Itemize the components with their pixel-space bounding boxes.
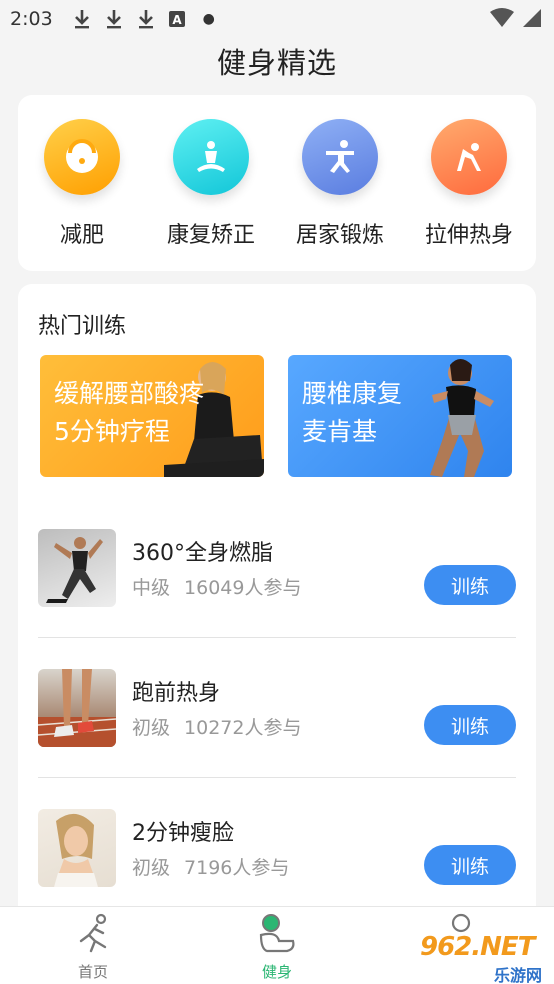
banner-figure-image	[430, 359, 494, 477]
item-participants: 10272人参与	[184, 717, 302, 739]
train-button[interactable]: 训练	[424, 565, 516, 605]
category-card: 减肥 康复矫正 居家锻炼 拉伸热身	[18, 95, 536, 271]
exercise-icon	[302, 119, 378, 195]
item-title: 360°全身燃脂	[132, 541, 273, 566]
meditation-icon	[173, 119, 249, 195]
divider	[38, 637, 516, 638]
watermark-main: 962.NET	[420, 932, 535, 962]
banner-text: 缓解腰部酸疼 5分钟疗程	[54, 375, 204, 451]
download-icon	[137, 9, 155, 29]
tab-fitness[interactable]: 健身	[222, 913, 332, 982]
watermark-logo: 962.NET 乐游网	[416, 932, 550, 984]
thumbnail-image	[38, 529, 116, 607]
section-title: 热门训练	[38, 314, 127, 339]
watermark-sub: 乐游网	[494, 966, 543, 984]
category-item-lose-weight[interactable]: 减肥	[22, 119, 142, 249]
divider	[38, 777, 516, 778]
tab-label: 首页	[77, 963, 108, 981]
hot-training-card: 热门训练 缓解腰部酸疼 5分钟疗程 腰椎康复 麦肯基 360°全身燃脂 中级 1…	[18, 284, 536, 924]
wifi-icon	[490, 8, 514, 33]
item-meta: 中级 16049人参与	[132, 573, 301, 600]
stretch-icon	[431, 119, 507, 195]
tab-home[interactable]: 首页	[38, 913, 148, 982]
category-label: 拉伸热身	[424, 223, 513, 248]
category-label: 减肥	[59, 223, 104, 248]
status-bar: 2:03 A ●	[0, 0, 554, 38]
download-icon	[73, 9, 91, 29]
category-item-rehab[interactable]: 康复矫正	[151, 119, 271, 249]
banner-back-pain[interactable]: 缓解腰部酸疼 5分钟疗程	[40, 355, 264, 477]
banner-line1: 腰椎康复	[302, 379, 403, 408]
banner-line2: 5分钟疗程	[54, 417, 170, 446]
category-item-stretch[interactable]: 拉伸热身	[409, 119, 529, 249]
banner-line2: 麦肯基	[302, 417, 378, 446]
item-meta: 初级 10272人参与	[132, 713, 301, 740]
item-participants: 7196人参与	[184, 857, 290, 879]
item-level: 中级	[132, 577, 171, 599]
list-item[interactable]: 跑前热身 初级 10272人参与 训练	[38, 669, 516, 747]
list-item[interactable]: 2分钟瘦脸 初级 7196人参与 训练	[38, 809, 516, 887]
list-item[interactable]: 360°全身燃脂 中级 16049人参与 训练	[38, 529, 516, 607]
tab-label: 健身	[261, 963, 292, 981]
item-level: 初级	[132, 717, 171, 739]
page-title: 健身精选	[216, 46, 337, 80]
a-badge-icon: A	[168, 11, 185, 27]
download-icon	[105, 9, 123, 29]
thumbnail-image	[38, 809, 116, 887]
banner-text: 腰椎康复 麦肯基	[302, 375, 402, 451]
thumbnail-image	[38, 669, 116, 747]
train-button[interactable]: 训练	[424, 705, 516, 745]
train-button[interactable]: 训练	[424, 845, 516, 885]
svg-text:A: A	[172, 13, 182, 27]
status-time: 2:03	[10, 8, 53, 30]
category-label: 居家锻炼	[295, 223, 384, 248]
fitness-icon	[259, 914, 295, 953]
item-title: 2分钟瘦脸	[132, 821, 234, 846]
item-title: 跑前热身	[132, 681, 221, 706]
item-level: 初级	[132, 857, 171, 879]
category-label: 康复矫正	[166, 223, 255, 248]
category-item-home-workout[interactable]: 居家锻炼	[280, 119, 400, 249]
scale-icon	[44, 119, 120, 195]
run-icon	[79, 913, 107, 953]
dot-icon: ●	[202, 11, 215, 27]
banner-lumbar-rehab[interactable]: 腰椎康复 麦肯基	[288, 355, 512, 477]
item-meta: 初级 7196人参与	[132, 853, 289, 880]
banner-line1: 缓解腰部酸疼	[54, 379, 205, 408]
signal-icon	[522, 8, 542, 33]
item-participants: 16049人参与	[184, 577, 302, 599]
